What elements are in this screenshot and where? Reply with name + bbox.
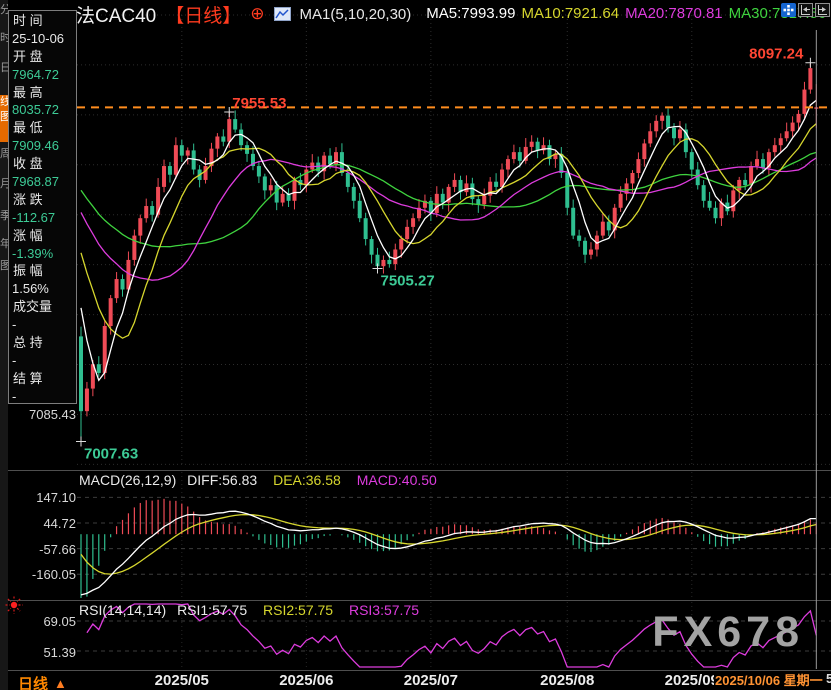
chart-canvas[interactable]: 7955.53 8097.24 7505.27 7007.63: [0, 0, 831, 690]
left-tab-fragment-1[interactable]: 时: [0, 32, 8, 46]
chart-header: 法CAC40 【日线】 ⊕ MA1(5,10,20,30) MA5:7993.9…: [76, 2, 826, 26]
left-tab-fragment-5[interactable]: 季: [0, 210, 8, 224]
info-value-2: 8035.72: [9, 101, 76, 119]
info-label-0: 时 间: [9, 12, 76, 30]
macd-title: MACD(26,12,9): [79, 472, 176, 488]
left-tab-fragment-0[interactable]: 分: [0, 4, 8, 18]
rsi3-value: RSI3:57.75: [349, 602, 419, 618]
info-value-1: 7964.72: [9, 66, 76, 84]
macd-axis-label-1: 44.72: [6, 516, 76, 531]
ma-value-1: MA10:7921.64: [521, 5, 619, 22]
extreme-price-label-1: 8097.24: [749, 46, 804, 63]
rsi1-value: RSI1:57.75: [177, 602, 247, 618]
extreme-price-label-3: 7007.63: [84, 446, 138, 463]
timeframe-up-triangle-icon[interactable]: ▲: [54, 676, 67, 690]
info-value-4: 7968.87: [9, 173, 76, 191]
cursor-date-box: 2025/10/06 星期一: [714, 671, 824, 690]
macd-macd-value: MACD:40.50: [357, 472, 437, 488]
info-value-3: 7909.46: [9, 137, 76, 155]
info-label-6: 涨 幅: [9, 227, 76, 245]
left-tab-active[interactable]: 线图: [0, 95, 8, 142]
info-value-9: -: [9, 352, 76, 370]
left-tab-fragment-3[interactable]: 周: [0, 148, 8, 162]
left-tab-fragment-7[interactable]: 图: [0, 260, 8, 274]
chart-app: 7955.53 8097.24 7505.27 7007.63 线图 分时日周月季年图…: [0, 0, 831, 690]
info-value-10: -: [9, 388, 76, 404]
price-axis-label: 7085.43: [6, 407, 76, 422]
ma-values: MA5:7993.99MA10:7921.64MA20:7870.81MA30:…: [420, 5, 826, 23]
info-value-6: -1.39%: [9, 245, 76, 263]
month-axis-label-0: 2025/05: [147, 672, 217, 689]
info-label-4: 收 盘: [9, 155, 76, 173]
left-tab-fragment-6[interactable]: 年: [0, 238, 8, 252]
left-tab-strip[interactable]: 线图 分时日周月季年图: [0, 0, 8, 690]
mini-chart-icon[interactable]: [274, 7, 291, 21]
info-label-8: 成交量: [9, 298, 76, 316]
macd-dea-value: DEA:36.58: [273, 472, 341, 488]
info-value-7: 1.56%: [9, 280, 76, 298]
left-tab-fragment-4[interactable]: 月: [0, 178, 8, 192]
info-label-7: 振 幅: [9, 262, 76, 280]
rsi2-value: RSI2:57.75: [263, 602, 333, 618]
macd-axis-label-0: 147.10: [6, 490, 76, 505]
toolbar: [781, 3, 830, 17]
move-tool-icon[interactable]: [781, 3, 796, 17]
month-axis-label-2: 2025/07: [396, 672, 466, 689]
macd-diff-value: DIFF:56.83: [187, 472, 257, 488]
month-axis-label-3: 2025/08: [532, 672, 602, 689]
month-axis-label-1: 2025/06: [271, 672, 341, 689]
timeframe-label: 日线: [18, 673, 48, 690]
crosshair-icon[interactable]: ⊕: [250, 4, 264, 24]
ma-settings-label: MA1(5,10,20,30): [300, 6, 412, 23]
extreme-price-label-2: 7505.27: [381, 273, 435, 290]
period-tag[interactable]: 【日线】: [165, 1, 241, 28]
info-value-5: -112.67: [9, 209, 76, 227]
expand-time-axis-icon[interactable]: [815, 3, 830, 17]
info-label-3: 最 低: [9, 119, 76, 137]
symbol-name: 法CAC40: [76, 1, 156, 28]
timeframe-tag[interactable]: 日线 ▲: [18, 673, 67, 690]
extreme-price-label-0: 7955.53: [232, 95, 286, 112]
edge-clipped-label: 5: [826, 671, 831, 686]
rsi-axis-label-1: 51.39: [6, 645, 76, 660]
info-label-9: 总 持: [9, 334, 76, 352]
info-label-5: 涨 跌: [9, 191, 76, 209]
extreme-cross-marker-1: [805, 58, 815, 68]
quote-info-panel: 时 间25-10-06开 盘7964.72最 高8035.72最 低7909.4…: [8, 10, 77, 404]
info-value-0: 25-10-06: [9, 30, 76, 48]
alert-dot-icon[interactable]: [4, 595, 24, 620]
macd-axis-label-3: -160.05: [6, 567, 76, 582]
info-label-2: 最 高: [9, 84, 76, 102]
info-value-8: -: [9, 316, 76, 334]
ma-value-0: MA5:7993.99: [426, 5, 515, 22]
left-tab-fragment-2[interactable]: 日: [0, 62, 8, 76]
info-label-1: 开 盘: [9, 48, 76, 66]
rsi-header: RSI(14,14,14) RSI1:57.75 RSI2:57.75 RSI3…: [79, 602, 419, 618]
info-label-10: 结 算: [9, 370, 76, 388]
ma-value-2: MA20:7870.81: [625, 5, 723, 22]
macd-axis-label-2: -57.66: [6, 542, 76, 557]
compress-time-axis-icon[interactable]: [798, 3, 813, 17]
rsi-title: RSI(14,14,14): [79, 602, 166, 618]
macd-header: MACD(26,12,9) DIFF:56.83 DEA:36.58 MACD:…: [79, 472, 437, 488]
watermark-logo: FX678: [612, 608, 804, 657]
